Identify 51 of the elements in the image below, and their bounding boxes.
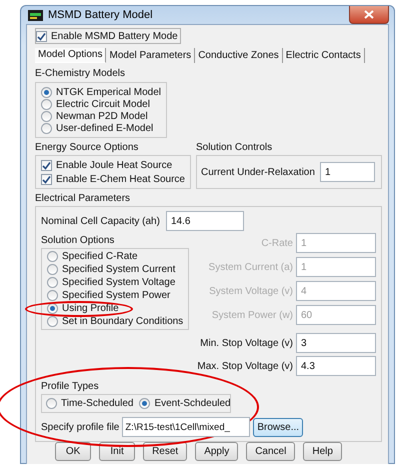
radio-option[interactable]: Electric Circuit Model [41, 98, 162, 110]
value-field[interactable]: 4.3 [296, 356, 376, 376]
dialog-button[interactable]: Help [303, 442, 342, 461]
dialog-button[interactable]: Apply [195, 442, 238, 461]
group-title: E-Chemistry Models [35, 67, 126, 81]
field-label: Max. Stop Voltage (v) [197, 360, 293, 374]
tab[interactable]: Model Parameters [106, 48, 196, 62]
field-label: C-Rate [261, 236, 293, 250]
close-button[interactable] [349, 6, 389, 24]
radio-option[interactable]: Time-Scheduled [46, 396, 134, 410]
window-title: MSMD Battery Model [48, 9, 154, 21]
group-title: Energy Source Options [35, 141, 140, 155]
checkbox-option[interactable]: Enable Joule Heat Source [41, 158, 185, 172]
checkmark-icon [37, 32, 46, 40]
field-label: Current Under-Relaxation [200, 166, 315, 180]
browse-button[interactable]: Browse... [253, 418, 304, 436]
profile-file-field[interactable]: Z:\R15-test\1Cell\mixed_ [122, 417, 250, 437]
radio-option[interactable]: Specified System Power [47, 289, 183, 302]
tab[interactable]: Model Options [35, 48, 106, 62]
dialog-button[interactable]: Init [99, 442, 136, 461]
dialog-button[interactable]: Cancel [246, 442, 296, 461]
radio-option[interactable]: Specified System Voltage [47, 276, 183, 289]
radio-option[interactable]: Specified C-Rate [47, 250, 183, 263]
radio-option[interactable]: Specified System Current [47, 263, 183, 276]
field-label: System Voltage (v) [209, 284, 293, 298]
group-title: Solution Controls [196, 141, 274, 155]
field-label: Specify profile file [41, 420, 120, 434]
dialog-button[interactable]: Reset [143, 442, 188, 461]
app-icon [28, 10, 43, 20]
dialog-button[interactable]: OK [55, 442, 92, 461]
field-label: Nominal Cell Capacity (ah) [41, 214, 160, 228]
capacity-field[interactable]: 14.6 [166, 211, 244, 231]
radio-option[interactable]: NTGK Emperical Model [41, 86, 162, 98]
group-title: Profile Types [41, 380, 100, 394]
close-icon [364, 10, 374, 19]
radio-option[interactable]: Set in Boundary Conditions [47, 315, 183, 328]
tab[interactable]: Conductive Zones [195, 48, 283, 62]
tab[interactable]: Electric Contacts [282, 48, 365, 62]
checkbox-option[interactable]: Enable E-Chem Heat Source [41, 172, 185, 186]
group-title: Electrical Parameters [35, 192, 132, 206]
field-label: System Current (a) [208, 260, 293, 274]
field-label: Min. Stop Voltage (v) [200, 336, 293, 350]
enable-checkbox[interactable]: Enable MSMD Battery Mode [35, 28, 181, 44]
radio-option[interactable]: User-defined E-Model [41, 122, 162, 134]
relaxation-field[interactable]: 1 [320, 162, 375, 182]
value-field[interactable]: 3 [296, 333, 376, 353]
radio-option[interactable]: Newman P2D Model [41, 110, 162, 122]
group-title: Solution Options [41, 234, 116, 248]
field-label: System Power (w) [212, 308, 293, 322]
radio-option[interactable]: Using Profile [47, 302, 183, 315]
radio-option[interactable]: Event-Schdeuled [139, 396, 231, 410]
